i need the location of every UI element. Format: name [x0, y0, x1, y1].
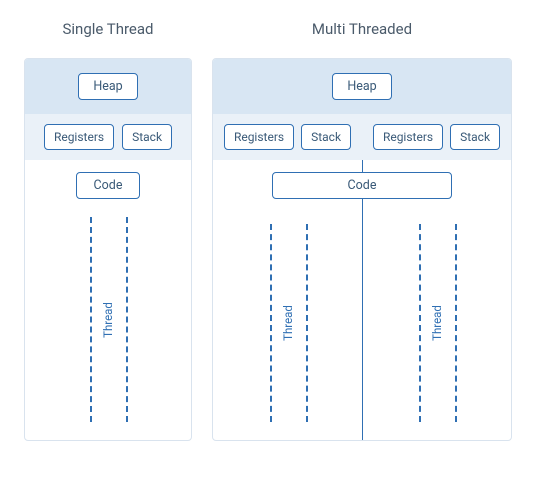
multi-regstack-band: Registers Stack Registers Stack: [213, 114, 511, 160]
thread-dash-right: [455, 224, 457, 422]
multi-body-right: Thread: [362, 172, 511, 422]
multi-thread-left: Thread: [213, 224, 362, 422]
single-body: Code Thread: [25, 160, 191, 440]
single-heap-band: Heap: [25, 59, 191, 114]
stack-box: Stack: [301, 124, 351, 150]
multi-regstack-right: Registers Stack: [362, 114, 511, 160]
single-title: Single Thread: [62, 20, 153, 38]
multi-thread-right: Thread: [362, 224, 511, 422]
multi-thread-column: Multi Threaded Heap Registers Stack Regi…: [212, 20, 512, 441]
registers-box: Registers: [44, 124, 114, 150]
single-thread: Thread: [25, 217, 191, 422]
heap-box: Heap: [332, 73, 391, 100]
code-box: Code: [76, 172, 140, 199]
registers-box: Registers: [224, 124, 294, 150]
thread-dash-left: [90, 217, 92, 422]
thread-dash-right: [126, 217, 128, 422]
multi-regstack-left: Registers Stack: [213, 114, 362, 160]
thread-dash-right: [306, 224, 308, 422]
thread-label: Thread: [430, 305, 444, 341]
multi-heap-band: Heap: [213, 59, 511, 114]
multi-panel: Heap Registers Stack Registers Stack Cod…: [212, 58, 512, 441]
stack-box: Stack: [122, 124, 172, 150]
single-thread-column: Single Thread Heap Registers Stack Code …: [24, 20, 192, 441]
stack-box: Stack: [450, 124, 500, 150]
single-regstack-band: Registers Stack: [25, 114, 191, 160]
multi-body-left: Thread: [213, 172, 362, 422]
thread-divider: [362, 160, 363, 440]
thread-label: Thread: [101, 302, 115, 338]
code-box: Code: [272, 172, 452, 199]
thread-dash-left: [419, 224, 421, 422]
single-panel: Heap Registers Stack Code Thread: [24, 58, 192, 441]
multi-title: Multi Threaded: [312, 20, 412, 38]
thread-label: Thread: [281, 305, 295, 341]
diagram-row: Single Thread Heap Registers Stack Code …: [24, 20, 520, 441]
multi-body: Code Thread Thread: [213, 160, 511, 440]
thread-dash-left: [270, 224, 272, 422]
registers-box: Registers: [373, 124, 443, 150]
single-body-col: Code Thread: [25, 172, 191, 422]
heap-box: Heap: [78, 73, 137, 100]
